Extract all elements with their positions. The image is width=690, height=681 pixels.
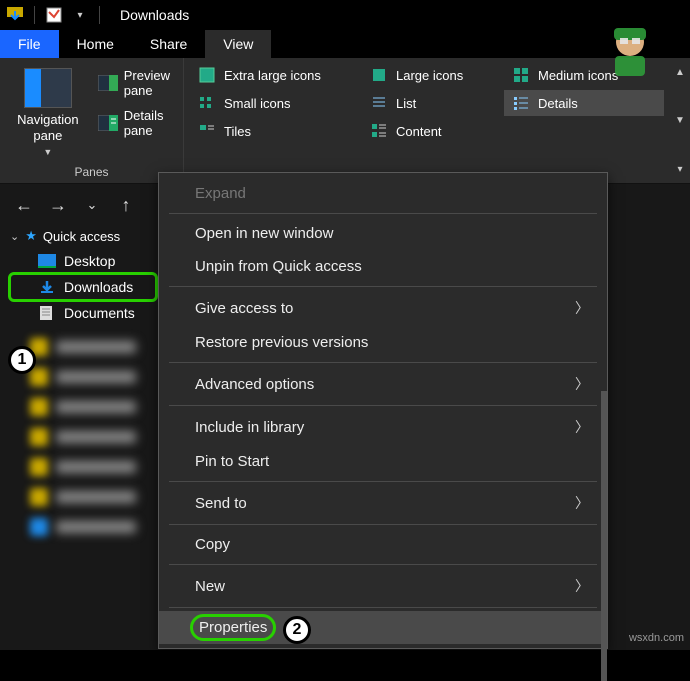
layout-large-icons[interactable]: Large icons <box>362 62 502 88</box>
navigation-tree: ⌄ ★ Quick access Desktop Downloads Docum… <box>0 218 160 650</box>
ribbon-group-panes: Navigation pane ▼ Preview pane Details p… <box>0 58 184 183</box>
ctx-copy[interactable]: Copy <box>159 528 607 561</box>
title-divider <box>99 6 100 24</box>
ribbon-view: Navigation pane ▼ Preview pane Details p… <box>0 58 690 184</box>
ctx-separator <box>169 564 597 565</box>
content-icon <box>370 123 388 139</box>
tab-file[interactable]: File <box>0 30 59 58</box>
ctx-pin-to-start[interactable]: Pin to Start <box>159 445 607 478</box>
list-icon <box>370 95 388 111</box>
properties-highlight: Properties <box>195 619 271 636</box>
tree-item-desktop[interactable]: Desktop <box>10 248 156 274</box>
details-pane-button[interactable]: Details pane <box>94 106 175 140</box>
layout-gallery-scroll: ▲ ▼ ▾ <box>670 58 690 183</box>
gallery-more-icon[interactable]: ▾ <box>672 161 688 177</box>
tree-item-documents[interactable]: Documents <box>10 300 156 326</box>
navigation-pane-icon <box>24 68 72 108</box>
small-icons-icon <box>198 95 216 111</box>
ctx-new[interactable]: New〉 <box>159 568 607 604</box>
tab-view[interactable]: View <box>205 30 271 58</box>
chevron-right-icon: 〉 <box>575 493 589 513</box>
ctx-separator <box>169 405 597 406</box>
app-icon <box>6 6 24 24</box>
watermark: wsxdn.com <box>629 632 684 644</box>
ctx-advanced-options[interactable]: Advanced options〉 <box>159 366 607 402</box>
details-pane-icon <box>98 115 118 131</box>
downloads-label: Downloads <box>64 279 133 295</box>
tree-quick-access[interactable]: ⌄ ★ Quick access <box>10 224 156 248</box>
ctx-include-in-library[interactable]: Include in library〉 <box>159 409 607 445</box>
preview-pane-icon <box>98 75 118 91</box>
ctx-separator <box>169 286 597 287</box>
layout-extra-large-icons[interactable]: Extra large icons <box>190 62 360 88</box>
layout-list[interactable]: List <box>362 90 502 116</box>
back-button[interactable]: ← <box>14 195 34 216</box>
ctx-restore-previous-versions[interactable]: Restore previous versions <box>159 326 607 359</box>
navigation-pane-button[interactable]: Navigation pane ▼ <box>8 64 88 161</box>
callout-2: 2 <box>283 616 311 644</box>
context-menu: Expand Open in new window Unpin from Qui… <box>158 172 608 649</box>
layout-content[interactable]: Content <box>362 118 502 144</box>
details-pane-label: Details pane <box>124 108 171 138</box>
chevron-down-icon: ▼ <box>43 147 52 157</box>
chevron-down-icon: ⌄ <box>10 230 19 243</box>
medium-icons-icon <box>512 67 530 83</box>
star-icon: ★ <box>25 228 37 244</box>
details-icon <box>512 95 530 111</box>
ctx-open-new-window[interactable]: Open in new window <box>159 217 607 250</box>
layout-details[interactable]: Details <box>504 90 664 116</box>
large-icons-icon <box>370 67 388 83</box>
quick-access-label: Quick access <box>43 229 120 244</box>
desktop-icon <box>38 254 56 268</box>
forward-button[interactable]: → <box>48 195 68 216</box>
recent-locations-button[interactable]: ⌄ <box>82 197 102 213</box>
layout-tiles[interactable]: Tiles <box>190 118 360 144</box>
navigation-pane-label: Navigation pane <box>14 112 82 143</box>
callout-1: 1 <box>8 346 36 374</box>
gallery-down-icon[interactable]: ▼ <box>672 113 688 129</box>
avatar-image <box>600 20 660 80</box>
documents-label: Documents <box>64 305 135 321</box>
qat-properties-icon[interactable] <box>45 6 63 24</box>
title-bar: ▾ Downloads <box>0 0 690 30</box>
gallery-up-icon[interactable]: ▲ <box>672 64 688 80</box>
ctx-separator <box>169 213 597 214</box>
preview-pane-label: Preview pane <box>124 68 171 98</box>
qat-dropdown-icon[interactable]: ▾ <box>71 6 89 24</box>
chevron-right-icon: 〉 <box>575 417 589 437</box>
ctx-expand: Expand <box>159 177 607 210</box>
preview-pane-button[interactable]: Preview pane <box>94 66 175 100</box>
desktop-label: Desktop <box>64 253 115 269</box>
tab-home[interactable]: Home <box>59 30 132 58</box>
ctx-separator <box>169 524 597 525</box>
window-title: Downloads <box>120 7 189 23</box>
up-button[interactable]: ↑ <box>116 195 136 216</box>
ctx-separator <box>169 607 597 608</box>
tab-share[interactable]: Share <box>132 30 205 58</box>
xl-icons-icon <box>198 67 216 83</box>
chevron-right-icon: 〉 <box>575 374 589 394</box>
chevron-right-icon: 〉 <box>575 576 589 596</box>
ctx-separator <box>169 481 597 482</box>
qat-divider <box>34 6 35 24</box>
layout-small-icons[interactable]: Small icons <box>190 90 360 116</box>
documents-icon <box>38 306 56 320</box>
ctx-give-access-to[interactable]: Give access to〉 <box>159 290 607 326</box>
chevron-right-icon: 〉 <box>575 298 589 318</box>
ctx-unpin-quick-access[interactable]: Unpin from Quick access <box>159 250 607 283</box>
tiles-icon <box>198 123 216 139</box>
downloads-icon <box>38 280 56 294</box>
tree-item-downloads[interactable]: Downloads <box>10 274 156 300</box>
context-menu-scrollbar[interactable] <box>601 391 607 681</box>
ribbon-tabs: File Home Share View <box>0 30 690 58</box>
ctx-send-to[interactable]: Send to〉 <box>159 485 607 521</box>
ctx-separator <box>169 362 597 363</box>
ribbon-group-layout: Extra large icons Large icons Medium ico… <box>184 58 670 183</box>
panes-group-label: Panes <box>74 165 108 181</box>
ctx-properties[interactable]: Properties <box>159 611 607 644</box>
